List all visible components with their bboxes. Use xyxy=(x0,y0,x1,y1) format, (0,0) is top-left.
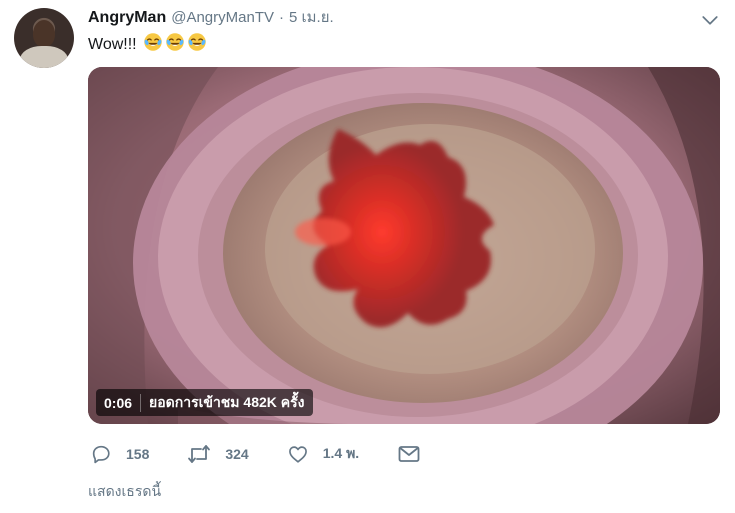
retweet-icon xyxy=(187,443,211,465)
face-with-tears-of-joy-icon xyxy=(144,33,162,51)
video-duration: 0:06 xyxy=(104,394,133,411)
show-thread-link[interactable]: แสดงเธรดนี้ xyxy=(88,481,161,503)
avatar-head xyxy=(33,20,55,47)
tweet-body: Wow!!! xyxy=(88,36,137,53)
chevron-down-icon[interactable] xyxy=(699,10,721,30)
video-frame xyxy=(88,67,720,424)
reply-button[interactable]: 158 xyxy=(90,443,149,465)
separator-dot: · xyxy=(279,9,284,26)
video-views: ยอดการเข้าชม 482K ครั้ง xyxy=(149,393,305,410)
display-name[interactable]: AngryMan xyxy=(88,8,166,28)
retweet-button[interactable]: 324 xyxy=(187,443,249,465)
face-with-tears-of-joy-icon xyxy=(188,33,206,51)
like-count: 1.4 พ. xyxy=(322,445,360,461)
heart-icon xyxy=(287,443,309,465)
tweet-header: AngryMan @AngryManTV · 5 เม.ย. xyxy=(88,8,334,28)
tweet-actions: 158 324 1.4 พ. xyxy=(90,442,420,466)
tweet-text: Wow!!! xyxy=(88,32,207,56)
face-with-tears-of-joy-icon xyxy=(166,33,184,51)
avatar-body xyxy=(20,46,68,68)
video-badge: 0:06 ยอดการเข้าชม 482K ครั้ง xyxy=(96,389,313,416)
emoji-row xyxy=(143,32,207,52)
dm-button[interactable] xyxy=(397,444,421,464)
video-player[interactable]: 0:06 ยอดการเข้าชม 482K ครั้ง xyxy=(88,67,720,424)
reply-icon xyxy=(90,443,112,465)
avatar[interactable] xyxy=(14,8,74,68)
badge-divider xyxy=(140,393,142,412)
reply-count: 158 xyxy=(126,446,150,462)
like-button[interactable]: 1.4 พ. xyxy=(287,443,359,465)
envelope-icon xyxy=(397,444,421,464)
tweet-time[interactable]: 5 เม.ย. xyxy=(289,8,334,28)
user-handle[interactable]: @AngryManTV xyxy=(171,8,274,28)
retweet-count: 324 xyxy=(225,446,249,462)
